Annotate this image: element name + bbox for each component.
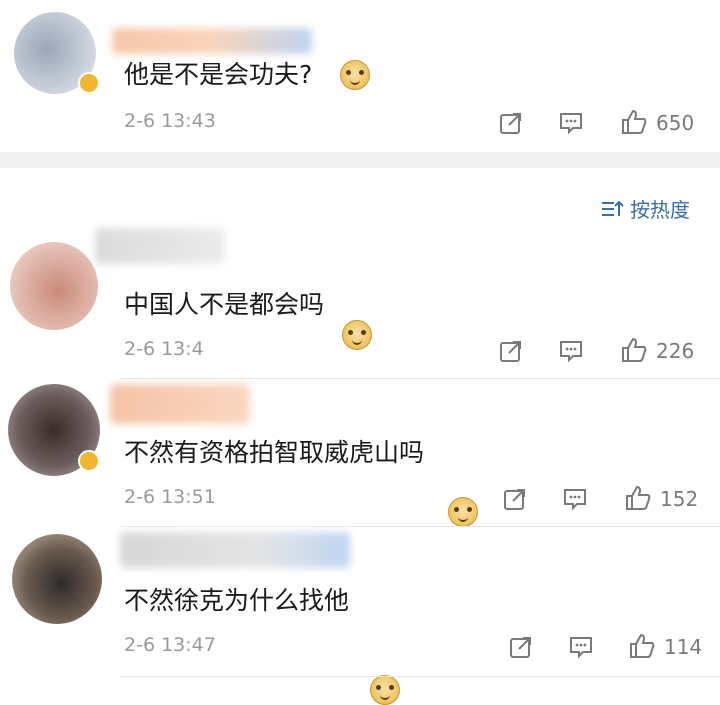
comment-text: 不然徐克为什么找他 [124, 586, 350, 615]
comment-text: 中国人不是都会吗 [124, 290, 325, 319]
thumbs-up-icon[interactable] [620, 108, 648, 136]
comment-icon[interactable] [562, 486, 588, 512]
comment-icon[interactable] [558, 338, 584, 364]
comment-item: 中国人不是都会吗 2-6 13:4 226 [0, 30, 720, 363]
doge-emoji-icon [340, 60, 370, 90]
comment-time: 2-6 13:4 [124, 338, 204, 360]
share-icon[interactable] [508, 634, 534, 660]
comment-item: 他是不是会功夫? 2-6 13:43 650 [0, 0, 720, 135]
doge-emoji-icon [448, 497, 478, 527]
username-redacted [120, 532, 350, 568]
username-redacted [95, 228, 225, 264]
like-count: 114 [664, 635, 703, 659]
comment-icon[interactable] [568, 634, 594, 660]
like-count: 226 [656, 339, 695, 363]
divider [120, 526, 720, 527]
like-count: 650 [656, 111, 695, 135]
avatar[interactable] [12, 534, 102, 624]
comment-item: 不然徐克为什么找他 2-6 13:47 114 [0, 90, 720, 705]
divider [120, 378, 720, 379]
share-icon[interactable] [498, 338, 524, 364]
doge-emoji-icon [342, 320, 372, 350]
like-count: 152 [660, 487, 699, 511]
comment-time: 2-6 13:47 [124, 634, 216, 656]
sort-label: 按热度 [630, 198, 690, 222]
comment-text: 不然有资格拍智取威虎山吗 [124, 438, 425, 467]
share-icon[interactable] [498, 110, 524, 136]
thumbs-up-icon[interactable] [620, 336, 648, 364]
divider [120, 676, 720, 677]
thumbs-up-icon[interactable] [628, 632, 656, 660]
comment-time: 2-6 13:43 [124, 110, 216, 132]
thumbs-up-icon[interactable] [624, 484, 652, 512]
share-icon[interactable] [502, 486, 528, 512]
username-redacted [112, 28, 312, 54]
avatar[interactable] [10, 242, 98, 330]
comment-icon[interactable] [558, 110, 584, 136]
doge-emoji-icon [370, 675, 400, 705]
section-separator [0, 152, 720, 168]
sort-icon [602, 200, 624, 216]
comment-time: 2-6 13:51 [124, 486, 216, 508]
comment-text: 他是不是会功夫? [124, 60, 313, 89]
sort-toggle[interactable]: 按热度 [600, 194, 690, 223]
username-redacted [110, 384, 250, 424]
verified-badge-icon [78, 450, 100, 472]
verified-badge-icon [78, 72, 100, 94]
